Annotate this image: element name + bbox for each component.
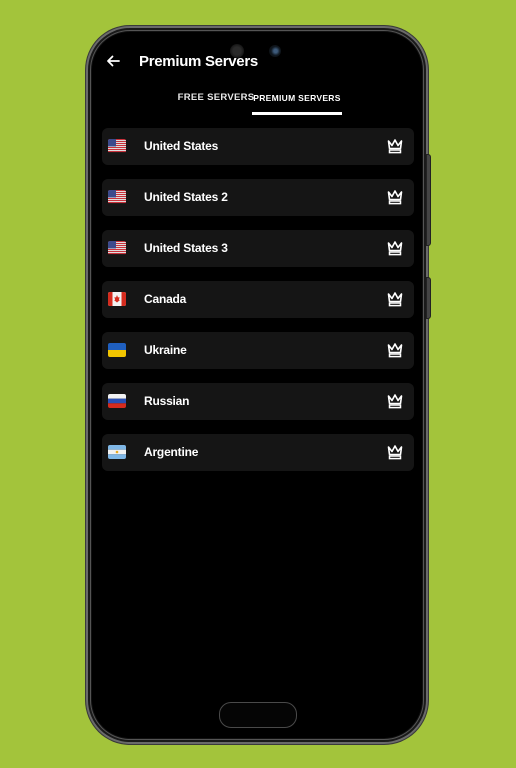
- server-row[interactable]: United States 3: [102, 230, 414, 267]
- server-row[interactable]: Russian: [102, 383, 414, 420]
- server-row[interactable]: Argentine: [102, 434, 414, 471]
- server-row[interactable]: Ukraine: [102, 332, 414, 369]
- flag-us-icon: [108, 139, 126, 153]
- crown-icon: [387, 445, 403, 460]
- page-title: Premium Servers: [139, 53, 258, 70]
- server-name: United States 2: [144, 190, 228, 204]
- home-button[interactable]: [219, 702, 297, 728]
- flag-ar-icon: [108, 445, 126, 459]
- server-row[interactable]: United States: [102, 128, 414, 165]
- flag-ru-icon: [108, 394, 126, 408]
- app-bar: Premium Servers: [102, 50, 412, 74]
- server-row[interactable]: Canada: [102, 281, 414, 318]
- arrow-left-icon[interactable]: [102, 50, 124, 72]
- crown-icon: [387, 394, 403, 409]
- flag-ca-icon: [108, 292, 126, 306]
- tab-free-servers[interactable]: FREE SERVERS: [176, 88, 256, 114]
- server-tabs: FREE SERVERS PREMIUM SERVERS: [172, 88, 352, 118]
- power-button: [427, 278, 430, 318]
- tab-premium-servers[interactable]: PREMIUM SERVERS: [252, 88, 342, 114]
- server-row[interactable]: United States 2: [102, 179, 414, 216]
- server-name: United States 3: [144, 241, 228, 255]
- crown-icon: [387, 241, 403, 256]
- server-name: Argentine: [144, 445, 199, 459]
- server-name: Ukraine: [144, 343, 187, 357]
- crown-icon: [387, 190, 403, 205]
- crown-icon: [387, 139, 403, 154]
- flag-us-icon: [108, 241, 126, 255]
- server-list: United States United States 2 United Sta…: [102, 128, 414, 485]
- flag-ua-icon: [108, 343, 126, 357]
- server-name: Canada: [144, 292, 187, 306]
- flag-us-icon: [108, 190, 126, 204]
- crown-icon: [387, 292, 403, 307]
- server-name: United States: [144, 139, 219, 153]
- tab-indicator: [252, 112, 342, 115]
- server-name: Russian: [144, 394, 190, 408]
- crown-icon: [387, 343, 403, 358]
- volume-button: [427, 155, 430, 245]
